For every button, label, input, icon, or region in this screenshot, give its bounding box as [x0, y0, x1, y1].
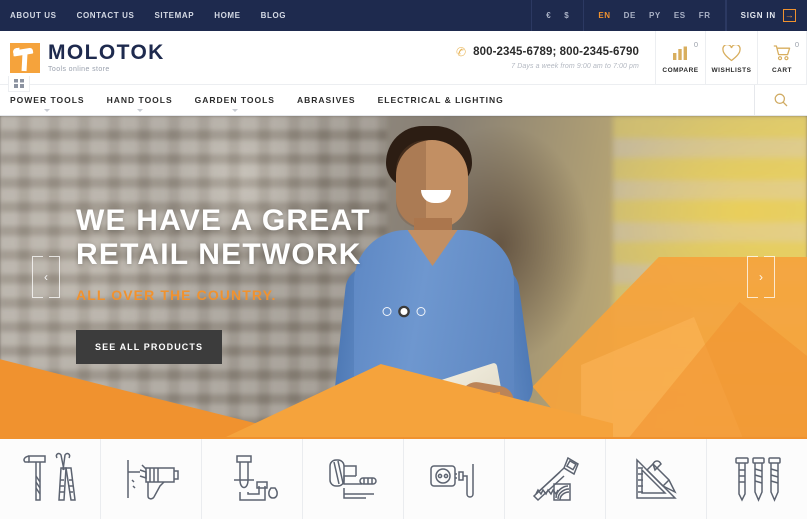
phone-icon: ✆ [454, 44, 468, 60]
cart-button[interactable]: 0 CART [757, 31, 807, 84]
nav-item-hand-tools-label: HAND TOOLS [106, 95, 173, 105]
hero-carousel: WE HAVE A GREAT RETAIL NETWORK ALL OVER … [0, 116, 807, 437]
chevron-left-icon[interactable]: ‹ [32, 255, 60, 298]
nav-item-power-tools-label: POWER TOOLS [10, 95, 85, 105]
carousel-pagination [382, 307, 425, 316]
category-measuring[interactable] [606, 439, 707, 519]
hero-heading-line1: WE HAVE A GREAT [76, 204, 371, 237]
wishlists-label: WISHLISTS [711, 66, 752, 74]
carousel-dot-3[interactable] [416, 307, 425, 316]
hammer-icon [10, 42, 40, 73]
search-icon[interactable] [754, 85, 807, 115]
category-fasteners[interactable] [707, 439, 807, 519]
nav-item-electrical-lighting-label: ELECTRICAL & LIGHTING [377, 95, 504, 105]
nav-item-garden-tools-label: GARDEN TOOLS [194, 95, 275, 105]
nav-item-electrical-lighting[interactable]: ELECTRICAL & LIGHTING [378, 91, 504, 109]
saw-icon [524, 450, 586, 508]
main-navigation: POWER TOOLS HAND TOOLS GARDEN TOOLS ABRA… [0, 85, 807, 116]
compare-button[interactable]: 0 COMPARE [655, 31, 705, 84]
category-cutting[interactable] [505, 439, 606, 519]
category-electrical[interactable] [404, 439, 505, 519]
currency-option-usd[interactable]: $ [564, 11, 569, 20]
cart-icon [773, 44, 792, 63]
carousel-dot-2[interactable] [399, 307, 408, 316]
hero-heading-line2: RETAIL NETWORK [76, 237, 362, 271]
heart-icon [722, 44, 741, 63]
phone-line: ✆ 800-2345-6789; 800-2345-6790 [454, 44, 639, 60]
category-plumbing[interactable] [202, 439, 303, 519]
language-option-py[interactable]: PY [649, 11, 661, 20]
phone-numbers[interactable]: 800-2345-6789; 800-2345-6790 [473, 46, 639, 58]
topbar-link-about-us[interactable]: ABOUT US [10, 11, 57, 20]
category-hand-tools[interactable] [0, 439, 101, 519]
language-option-fr[interactable]: FR [699, 11, 711, 20]
topbar-link-contact-us[interactable]: CONTACT US [77, 11, 135, 20]
nav-item-abrasives[interactable]: ABRASIVES [297, 91, 356, 109]
currency-option-eur[interactable]: € [546, 11, 551, 20]
login-arrow-icon: → [783, 9, 796, 22]
chevron-right-icon[interactable]: › [747, 255, 775, 298]
hero-text-block: WE HAVE A GREAT RETAIL NETWORK ALL OVER … [76, 204, 371, 365]
language-option-de[interactable]: DE [624, 11, 636, 20]
topbar-link-sitemap[interactable]: SITEMAP [154, 11, 194, 20]
category-strip [0, 437, 807, 519]
nav-item-abrasives-label: ABRASIVES [296, 95, 356, 105]
sign-in-button[interactable]: SIGN IN → [725, 0, 807, 31]
currency-switcher: € $ [531, 0, 583, 31]
hammer-pliers-icon [19, 450, 81, 508]
topbar-link-home[interactable]: HOME [214, 11, 240, 20]
phone-hours: 7 Days a week from 9:00 am to 7:00 pm [511, 63, 639, 70]
sign-in-label: SIGN IN [740, 11, 776, 20]
category-painting[interactable] [303, 439, 404, 519]
top-bar-links: ABOUT US CONTACT US SITEMAP HOME BLOG [0, 0, 286, 31]
chevron-down-icon [231, 109, 238, 112]
drill-icon [120, 450, 182, 508]
cart-label: CART [771, 66, 793, 74]
language-option-en[interactable]: EN [598, 11, 610, 20]
wishlists-button[interactable]: WISHLISTS [705, 31, 757, 84]
main-navigation-items: POWER TOOLS HAND TOOLS GARDEN TOOLS ABRA… [0, 91, 504, 112]
compare-label: COMPARE [662, 66, 699, 74]
topbar-link-blog[interactable]: BLOG [261, 11, 287, 20]
chevron-down-icon [44, 109, 51, 112]
brand-tagline: Tools online store [48, 66, 110, 73]
site-header: MOLOTOK Tools online store ✆ 800-2345-67… [0, 31, 807, 92]
hero-subheading: ALL OVER THE COUNTRY. [76, 287, 277, 304]
header-spacer [165, 31, 456, 84]
hero-heading: WE HAVE A GREAT RETAIL NETWORK [76, 204, 371, 271]
compare-count: 0 [693, 40, 698, 49]
cart-count: 0 [794, 40, 799, 49]
chevron-down-icon [136, 109, 143, 112]
nav-item-power-tools[interactable]: POWER TOOLS [10, 91, 85, 112]
logo-text: MOLOTOK Tools online store [48, 42, 165, 73]
contact-phone: ✆ 800-2345-6789; 800-2345-6790 7 Days a … [454, 31, 655, 84]
brand-name: MOLOTOK [48, 41, 165, 64]
language-switcher: EN DE PY ES FR [583, 0, 726, 31]
screws-nails-icon [726, 450, 788, 508]
category-power-tools[interactable] [101, 439, 202, 519]
nav-item-hand-tools[interactable]: HAND TOOLS [106, 91, 173, 112]
compare-bars-icon [672, 44, 689, 63]
electrical-outlet-icon [423, 450, 485, 508]
paint-roller-icon [322, 450, 384, 508]
nav-item-garden-tools[interactable]: GARDEN TOOLS [194, 91, 275, 112]
carousel-dot-1[interactable] [382, 307, 391, 316]
see-all-products-button[interactable]: SEE ALL PRODUCTS [76, 330, 223, 365]
language-option-es[interactable]: ES [674, 11, 686, 20]
grid-menu-icon[interactable] [8, 76, 30, 92]
ruler-pencil-icon [625, 450, 687, 508]
plumbing-pipe-icon [221, 450, 283, 508]
top-bar: ABOUT US CONTACT US SITEMAP HOME BLOG € … [0, 0, 807, 31]
